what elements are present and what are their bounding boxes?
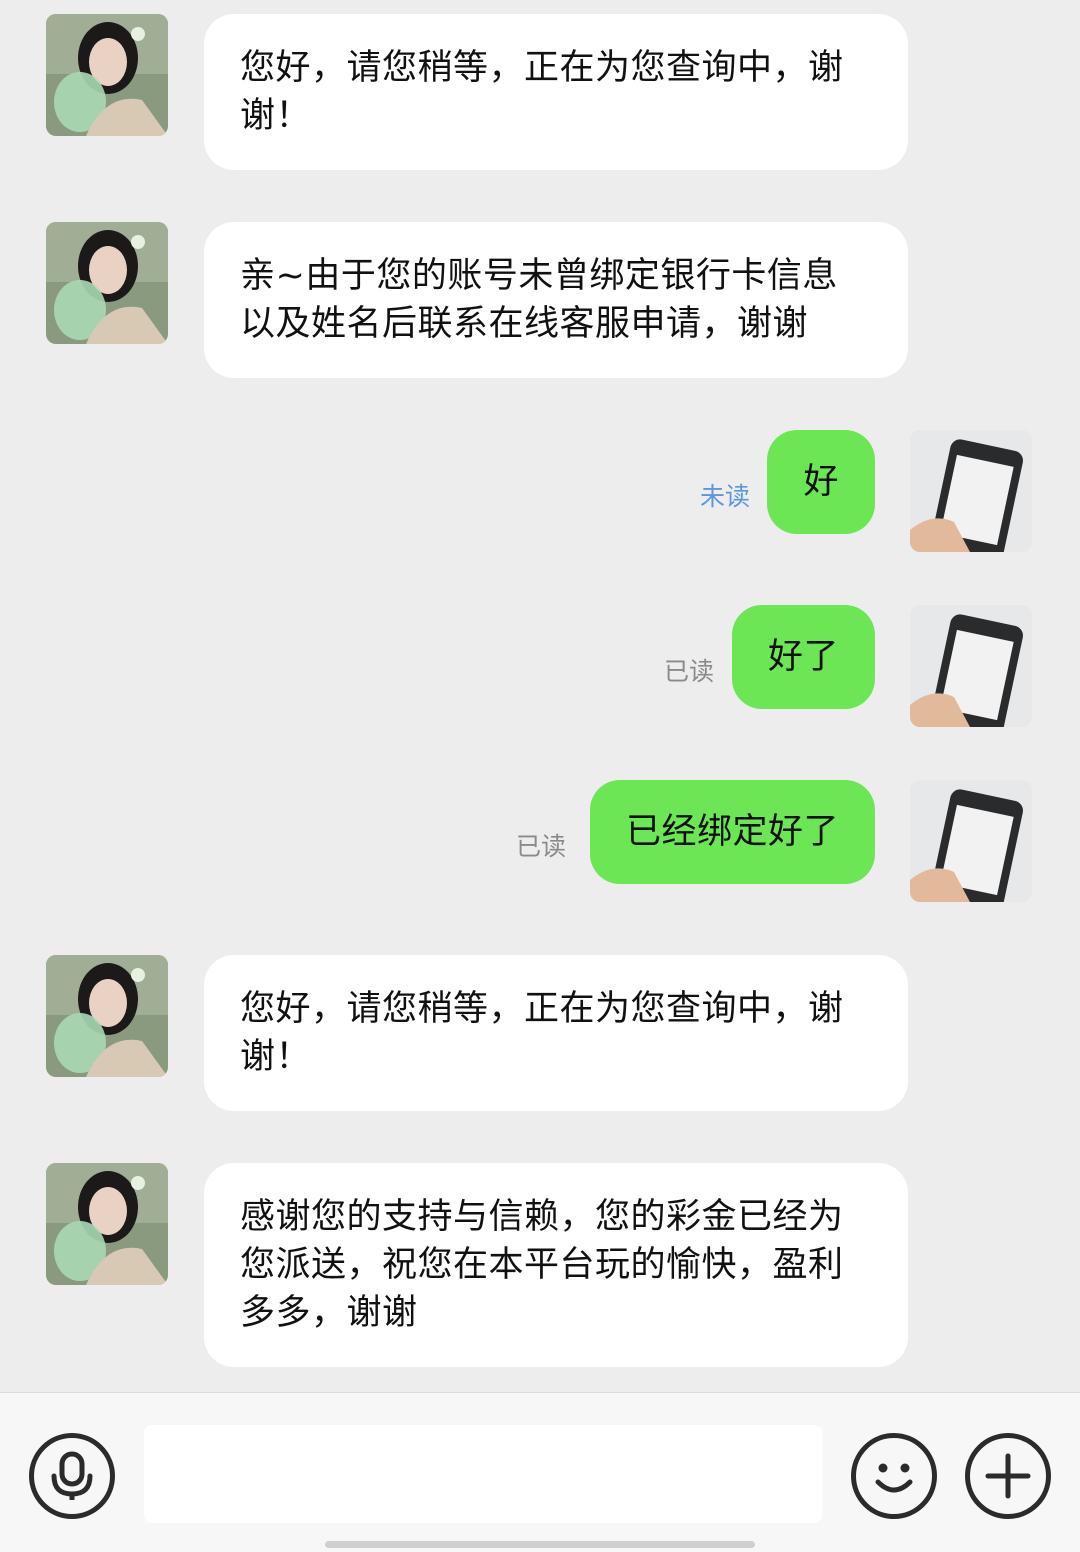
agent-avatar[interactable]	[46, 14, 168, 136]
message-text: 好了	[767, 637, 839, 677]
agent-avatar[interactable]	[46, 222, 168, 344]
smiley-icon	[875, 1463, 913, 1493]
home-indicator	[325, 1541, 755, 1548]
more-button[interactable]	[965, 1433, 1051, 1519]
read-status: 已读	[663, 657, 714, 686]
user-avatar[interactable]	[910, 605, 1032, 727]
agent-avatar[interactable]	[46, 955, 168, 1077]
message-bubble[interactable]: 您好，请您稍等，正在为您查询中，谢谢！	[204, 955, 908, 1111]
message-agent: 您好，请您稍等，正在为您查询中，谢谢！	[0, 955, 1080, 1111]
emoji-button[interactable]	[851, 1433, 937, 1519]
message-agent: 您好，请您稍等，正在为您查询中，谢谢！	[0, 14, 1080, 170]
message-text: 感谢您的支持与信赖，您的彩金已经为您派送，祝您在本平台玩的愉快，盈利多多，谢谢	[240, 1197, 844, 1333]
message-text: 您好，请您稍等，正在为您查询中，谢谢！	[240, 48, 844, 136]
message-bubble[interactable]: 好	[767, 430, 875, 534]
input-bar	[0, 1392, 1080, 1552]
message-text: 亲~由于您的账号未曾绑定银行卡信息以及姓名后联系在线客服申请，谢谢	[240, 256, 838, 344]
agent-avatar[interactable]	[46, 1163, 168, 1285]
message-user: 未读 好	[0, 430, 1080, 554]
message-agent: 感谢您的支持与信赖，您的彩金已经为您派送，祝您在本平台玩的愉快，盈利多多，谢谢	[0, 1163, 1080, 1367]
message-user: 已读 已经绑定好了	[0, 780, 1080, 904]
user-avatar[interactable]	[910, 780, 1032, 902]
message-text: 您好，请您稍等，正在为您查询中，谢谢！	[240, 989, 844, 1077]
message-user: 已读 好了	[0, 605, 1080, 729]
read-status: 未读	[699, 482, 750, 511]
message-text: 已经绑定好了	[625, 812, 839, 852]
message-bubble[interactable]: 已经绑定好了	[589, 780, 875, 884]
user-avatar[interactable]	[910, 430, 1032, 552]
message-input[interactable]	[144, 1425, 822, 1523]
plus-icon	[985, 1453, 1031, 1499]
message-bubble[interactable]: 您好，请您稍等，正在为您查询中，谢谢！	[204, 14, 908, 170]
message-bubble[interactable]: 感谢您的支持与信赖，您的彩金已经为您派送，祝您在本平台玩的愉快，盈利多多，谢谢	[204, 1163, 908, 1367]
chat-history[interactable]: 您好，请您稍等，正在为您查询中，谢谢！ 亲~由于您的账号未曾绑定银行卡信息以及姓…	[0, 0, 1080, 1392]
microphone-icon	[51, 1451, 93, 1500]
message-bubble[interactable]: 好了	[731, 605, 875, 709]
message-bubble[interactable]: 亲~由于您的账号未曾绑定银行卡信息以及姓名后联系在线客服申请，谢谢	[204, 222, 908, 378]
message-agent: 亲~由于您的账号未曾绑定银行卡信息以及姓名后联系在线客服申请，谢谢	[0, 222, 1080, 378]
voice-button[interactable]	[29, 1433, 115, 1519]
read-status: 已读	[515, 832, 566, 861]
message-text: 好	[803, 462, 839, 502]
